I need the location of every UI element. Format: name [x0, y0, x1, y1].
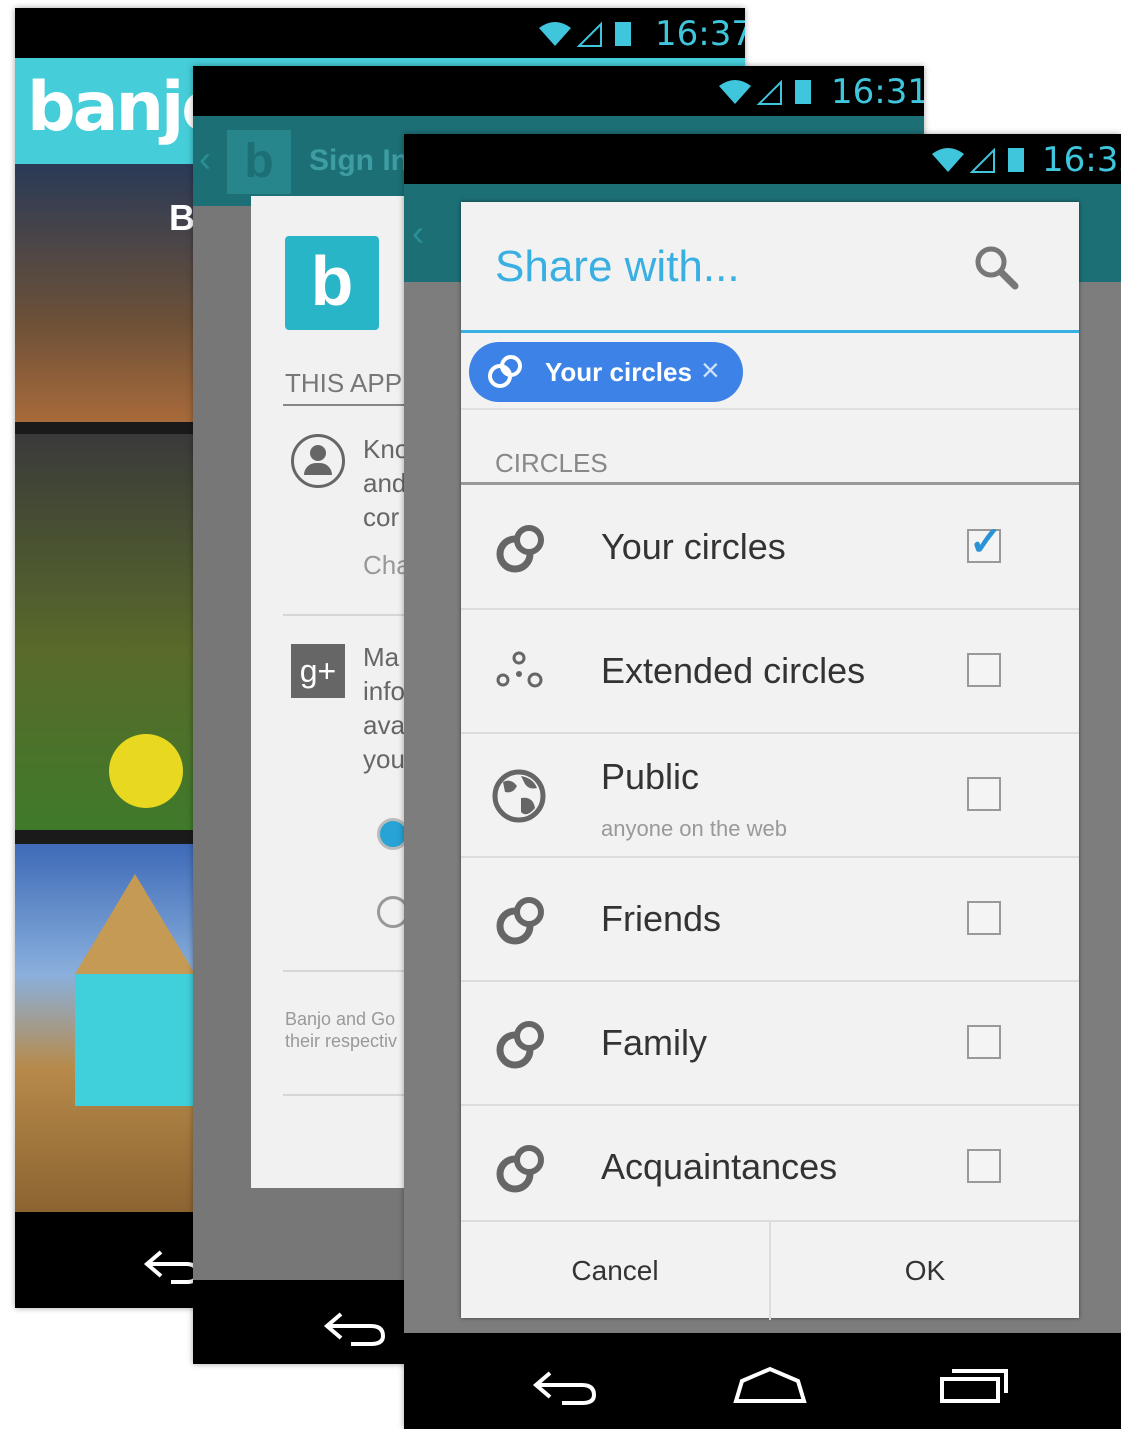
banjo-app-icon: b: [285, 236, 379, 330]
section-header: CIRCLES: [495, 448, 608, 478]
checkbox[interactable]: [967, 1025, 1001, 1059]
circles-icon: [496, 897, 544, 945]
recent-apps-icon[interactable]: [936, 1361, 1012, 1409]
divider: [461, 408, 1079, 410]
back-icon[interactable]: [321, 1304, 391, 1352]
checkmark-icon: ✓: [969, 520, 1003, 564]
list-item-friends[interactable]: Friends: [461, 858, 1079, 982]
list-item-family[interactable]: Family: [461, 982, 1079, 1106]
status-icons: [539, 21, 631, 47]
share-dialog: Share with... Your circles × CIRCLES You…: [461, 202, 1079, 1320]
footer-text: Banjo and Go their respectiv: [285, 1008, 397, 1052]
status-bar: 16:32: [404, 134, 1121, 184]
battery-icon: [615, 22, 631, 46]
battery-icon: [1008, 148, 1024, 172]
cancel-button[interactable]: Cancel: [461, 1222, 769, 1320]
up-caret-icon[interactable]: ‹: [199, 138, 211, 180]
status-icons: [719, 79, 811, 105]
circles-icon: [496, 1021, 544, 1069]
home-icon[interactable]: [732, 1361, 808, 1409]
chip-label: Your circles: [545, 357, 692, 387]
list-item-public[interactable]: Public anyone on the web: [461, 734, 1079, 858]
signal-icon: [756, 79, 782, 105]
section-divider: [461, 482, 1079, 485]
row-label: Acquaintances: [601, 1146, 838, 1187]
status-time: 16:37: [655, 14, 745, 54]
status-time: 16:32: [1042, 140, 1121, 180]
permission-line: Ma: [363, 642, 400, 672]
row-label: Family: [601, 1022, 707, 1063]
permission-text: Ma info ava you: [363, 640, 405, 776]
title-underline: [461, 330, 1079, 333]
circles-icon: [496, 525, 544, 573]
list-item-extended-circles[interactable]: Extended circles: [461, 610, 1079, 734]
circles-icon: [488, 355, 522, 388]
battery-icon: [795, 80, 811, 104]
back-icon[interactable]: [530, 1363, 602, 1411]
action-bar-title: Sign In: [309, 144, 409, 177]
list-item-acquaintances[interactable]: Acquaintances: [461, 1106, 1079, 1228]
up-caret-icon[interactable]: ‹: [412, 212, 424, 254]
permission-line: info: [363, 676, 405, 706]
footer-line: Banjo and Go: [285, 1009, 396, 1029]
checkbox[interactable]: [967, 653, 1001, 687]
extended-circles-icon: [496, 651, 543, 688]
signal-icon: [969, 147, 995, 173]
circles-icon: [496, 1145, 544, 1193]
status-icons: [932, 147, 1024, 173]
checkbox-checked[interactable]: ✓: [967, 520, 1003, 564]
wifi-icon: [719, 80, 751, 104]
row-sublabel: anyone on the web: [601, 816, 787, 841]
ok-button[interactable]: OK: [771, 1222, 1079, 1320]
nav-bar: [404, 1333, 1121, 1429]
checkbox[interactable]: [967, 777, 1001, 811]
permission-line: ava: [363, 710, 405, 740]
row-label: Friends: [601, 898, 722, 939]
search-icon[interactable]: [971, 242, 1021, 292]
row-label: Your circles: [601, 526, 786, 567]
close-icon[interactable]: ×: [701, 352, 720, 389]
banjo-app-icon: b: [227, 130, 291, 194]
status-bar: 16:37: [15, 8, 745, 58]
permission-line: you: [363, 744, 405, 774]
checkbox[interactable]: [967, 1149, 1001, 1183]
phone-share-dialog: 16:32 ‹ Share with... Your circles × CIR…: [404, 134, 1121, 1429]
wifi-icon: [539, 22, 571, 46]
signal-icon: [576, 21, 602, 47]
pyramid-shape: [75, 874, 195, 974]
row-label: Public: [601, 756, 700, 797]
footer-line: their respectiv: [285, 1031, 398, 1051]
dialog-title: Share with...: [495, 242, 740, 291]
person-icon: [291, 434, 345, 488]
status-bar: 16:31: [193, 66, 924, 116]
status-time: 16:31: [831, 72, 924, 112]
list-item-your-circles[interactable]: Your circles ✓: [461, 486, 1079, 610]
dialog-button-bar: Cancel OK: [461, 1220, 1079, 1320]
wifi-icon: [932, 148, 964, 172]
section-header: THIS APP: [285, 368, 403, 398]
checkbox[interactable]: [967, 901, 1001, 935]
row-label: Extended circles: [601, 650, 866, 691]
google-plus-icon: g+: [291, 644, 345, 698]
soccer-ball: [109, 734, 183, 808]
globe-icon: [492, 769, 546, 823]
selected-chip[interactable]: Your circles ×: [469, 342, 743, 402]
back-icon[interactable]: [141, 1242, 201, 1290]
